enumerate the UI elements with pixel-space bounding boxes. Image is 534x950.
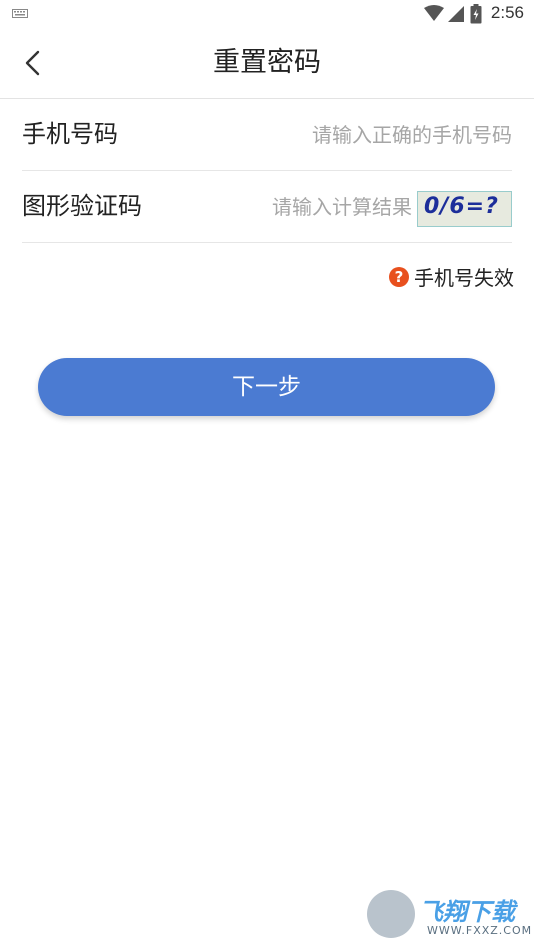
app-header: 重置密码 [0, 28, 534, 99]
wifi-icon [424, 5, 464, 22]
status-bar: 2:56 [0, 0, 534, 28]
captcha-label: 图形验证码 [22, 192, 142, 220]
watermark: 飞翔下载 WWW.FXXZ.COM [367, 890, 531, 938]
signal-icon [448, 6, 464, 22]
chevron-left-icon[interactable] [18, 48, 48, 78]
error-message: ? 手机号失效 [389, 262, 514, 292]
error-text: 手机号失效 [414, 266, 514, 290]
phone-label: 手机号码 [22, 120, 118, 148]
status-time: 2:56 [490, 3, 524, 22]
next-button[interactable]: 下一步 [38, 358, 495, 416]
phone-input[interactable] [252, 117, 512, 153]
watermark-url: WWW.FXXZ.COM [427, 924, 533, 937]
page-title: 重置密码 [213, 47, 321, 78]
battery-icon [470, 4, 482, 24]
keyboard-icon [12, 9, 28, 18]
watermark-brand: 飞翔下载 [419, 898, 515, 926]
question-circle-icon: ? [389, 266, 409, 287]
captcha-image-text: 0/6=? [424, 194, 499, 219]
phone-row: 手机号码 [22, 99, 512, 171]
captcha-image[interactable]: 0/6=? [417, 191, 512, 227]
captcha-row: 图形验证码 0/6=? [22, 171, 512, 243]
captcha-input[interactable] [212, 189, 412, 225]
watermark-logo-icon [367, 890, 415, 938]
